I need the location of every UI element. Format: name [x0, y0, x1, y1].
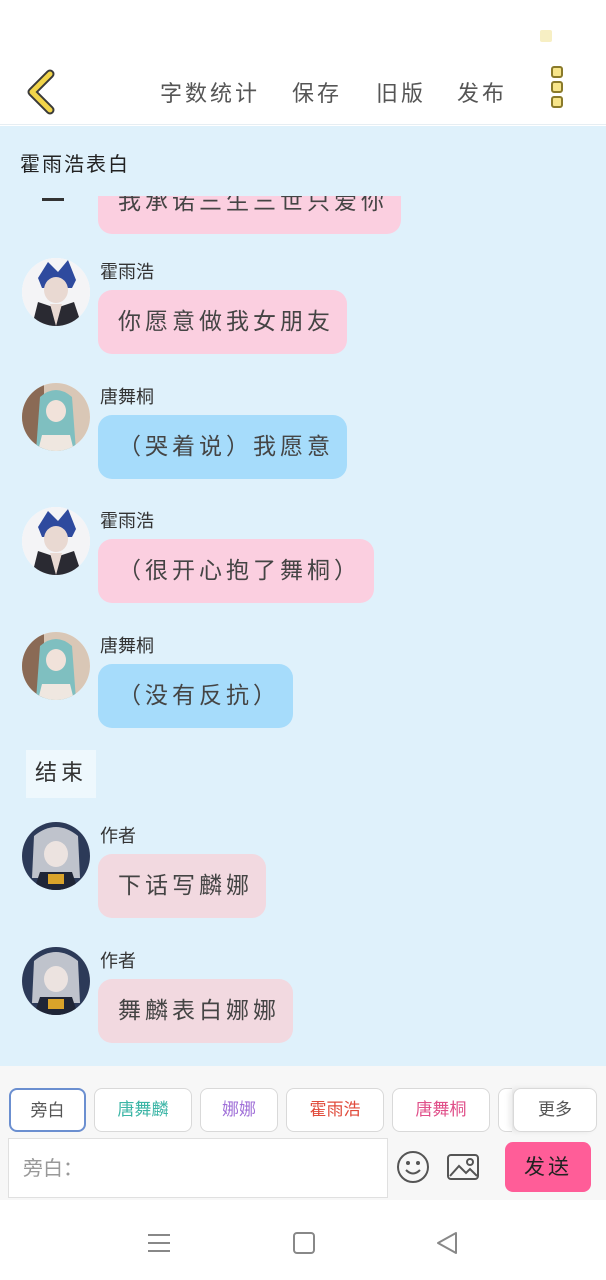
more-roles-button[interactable]: 更多 [513, 1088, 597, 1132]
notification-icon [540, 30, 552, 42]
role-tab-nana[interactable]: 娜娜 [200, 1088, 278, 1132]
menu-dot-icon [551, 81, 563, 93]
smiley-icon [397, 1151, 429, 1183]
back-nav-button[interactable] [434, 1230, 460, 1256]
message-bubble[interactable]: 舞麟表白娜娜 [98, 979, 293, 1043]
speaker-name: 作者 [100, 826, 136, 847]
speaker-name: 作者 [100, 951, 136, 972]
composer-panel: 旁白 唐舞麟 娜娜 霍雨浩 唐舞桐 更多 旁白： 发送 [0, 1066, 606, 1200]
role-tab-label: 唐舞桐 [415, 1100, 467, 1120]
message-bubble[interactable]: 你愿意做我女朋友 [98, 290, 347, 354]
menu-dot-icon [551, 66, 563, 78]
triangle-back-icon [437, 1232, 457, 1254]
publish-button[interactable]: 发布 [457, 76, 507, 108]
image-icon [447, 1154, 479, 1180]
message-bubble[interactable]: 下话写麟娜 [98, 854, 266, 918]
avatar[interactable] [22, 258, 90, 326]
role-tab-label: 霍雨浩 [309, 1100, 361, 1120]
square-icon [293, 1232, 315, 1254]
chat-area[interactable]: 霍雨浩表白 我承诺三生三世只爱你 霍雨浩 你愿意做我女朋友 唐舞桐 （哭着说）我… [0, 126, 606, 1066]
message-bubble-partial[interactable]: 我承诺三生三世只爱你 [98, 196, 401, 234]
role-tab-tang-wutong[interactable]: 唐舞桐 [392, 1088, 490, 1132]
message-list[interactable]: 我承诺三生三世只爱你 霍雨浩 你愿意做我女朋友 唐舞桐 （哭着说）我愿意 霍雨浩… [0, 196, 606, 1066]
story-title: 霍雨浩表白 [20, 152, 130, 176]
message-bubble[interactable]: （很开心抱了舞桐） [98, 539, 374, 603]
role-tab-narrator[interactable]: 旁白 [9, 1088, 86, 1132]
message-bubble[interactable]: （没有反抗） [98, 664, 293, 728]
emoji-button[interactable] [396, 1150, 430, 1184]
top-toolbar: 字数统计 保存 旧版 发布 [0, 60, 606, 125]
speaker-name: 唐舞桐 [100, 636, 154, 657]
avatar[interactable] [22, 507, 90, 575]
image-button[interactable] [446, 1152, 480, 1182]
message-input[interactable]: 旁白： [8, 1138, 388, 1198]
avatar[interactable] [22, 383, 90, 451]
system-nav-bar [0, 1206, 606, 1280]
avatar[interactable] [22, 822, 90, 890]
role-tab-tang-wulin[interactable]: 唐舞麟 [94, 1088, 192, 1132]
role-tab-label: 更多 [538, 1100, 572, 1120]
menu-icon [148, 1234, 170, 1252]
home-nav-button[interactable] [291, 1230, 317, 1256]
role-tab-label: 旁白 [30, 1101, 65, 1121]
send-button[interactable]: 发送 [505, 1142, 591, 1192]
menu-dot-icon [551, 96, 563, 108]
save-button[interactable]: 保存 [292, 76, 342, 108]
old-version-button[interactable]: 旧版 [376, 76, 426, 108]
speaker-name: 霍雨浩 [100, 262, 154, 283]
menu-nav-button[interactable] [146, 1230, 172, 1256]
chevron-left-icon [27, 69, 55, 115]
role-tab-huo-yuhao[interactable]: 霍雨浩 [286, 1088, 384, 1132]
speaker-name: 霍雨浩 [100, 511, 154, 532]
word-count-button[interactable]: 字数统计 [160, 76, 260, 108]
avatar[interactable] [22, 632, 90, 700]
more-options-button[interactable] [548, 66, 568, 114]
narration-message[interactable]: 结束 [26, 750, 96, 798]
message-bubble[interactable]: （哭着说）我愿意 [98, 415, 347, 479]
role-tab-label: 娜娜 [222, 1100, 256, 1120]
avatar[interactable] [22, 947, 90, 1015]
role-tab-label: 唐舞麟 [117, 1100, 169, 1120]
avatar-edge [42, 198, 64, 201]
back-button[interactable] [22, 68, 62, 116]
role-tab-overflow[interactable] [498, 1088, 512, 1132]
status-bar [0, 0, 606, 60]
speaker-name: 唐舞桐 [100, 387, 154, 408]
